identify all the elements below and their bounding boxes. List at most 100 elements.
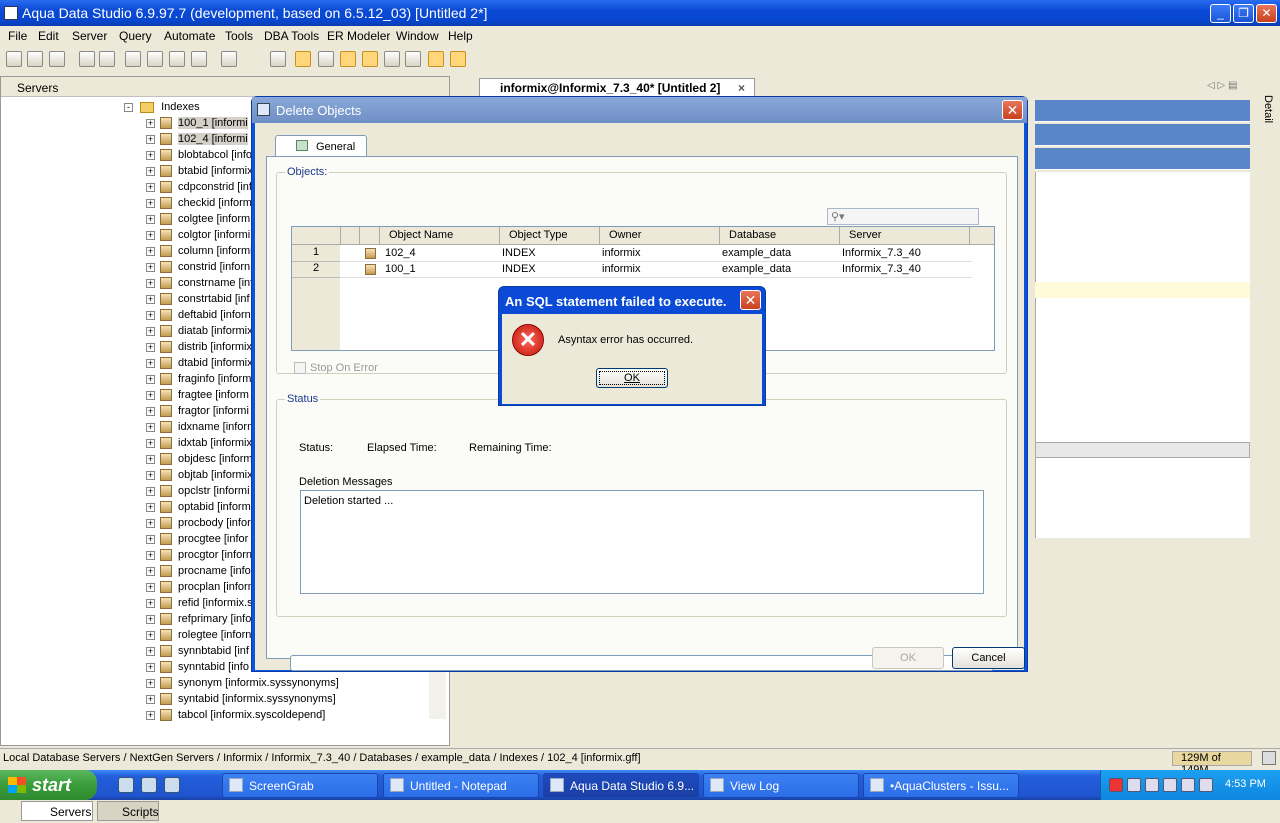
expand-icon[interactable]: +	[146, 374, 155, 384]
menu-help[interactable]: Help	[448, 29, 473, 43]
layout-window-icon[interactable]	[384, 51, 400, 67]
tree-item[interactable]: + synnbtabid [inf	[146, 645, 254, 661]
start-button[interactable]: start	[0, 770, 97, 800]
detail-side-tab[interactable]: Detail	[1258, 95, 1278, 155]
expand-icon[interactable]: +	[146, 502, 155, 512]
layout-vertical-icon[interactable]	[450, 51, 466, 67]
expand-icon[interactable]: +	[146, 150, 155, 160]
tree-item[interactable]: + distrib [informix	[146, 341, 254, 357]
expand-icon[interactable]: +	[146, 470, 155, 480]
tree-item[interactable]: + objtab [informix	[146, 469, 254, 485]
col-server[interactable]: Server	[849, 229, 881, 241]
editor-tab[interactable]: informix@Informix_7.3_40* [Untitled 2] ×	[479, 78, 755, 96]
table-row[interactable]: 2 100_1 INDEX informix example_data Info…	[292, 262, 972, 278]
tree-item[interactable]: + procgtor [inforn	[146, 549, 254, 565]
tree-item[interactable]: + colgtee [inform	[146, 213, 254, 229]
layout-grid-icon[interactable]	[295, 51, 311, 67]
expand-icon[interactable]: +	[146, 326, 155, 336]
expand-icon[interactable]: +	[146, 550, 155, 560]
update-icon[interactable]	[1199, 778, 1213, 792]
expand-icon[interactable]: +	[146, 182, 155, 192]
menu-dba-tools[interactable]: DBA Tools	[264, 29, 319, 43]
layout-tile-icon[interactable]	[362, 51, 378, 67]
expand-icon[interactable]: +	[146, 646, 155, 656]
task-screengrab[interactable]: ScreenGrab	[222, 773, 378, 798]
tree-item[interactable]: + column [informi	[146, 245, 254, 261]
tree-item[interactable]: + blobtabcol [info	[146, 149, 254, 165]
expand-icon[interactable]: +	[146, 454, 155, 464]
menu-file[interactable]: File	[8, 29, 27, 43]
tree-item[interactable]: + constrtabid [inf	[146, 293, 254, 309]
tree-item[interactable]: + refprimary [info	[146, 613, 254, 629]
task-view-log[interactable]: View Log	[703, 773, 859, 798]
tree-item[interactable]: + rolegtee [inforn	[146, 629, 254, 645]
tree-item[interactable]: + deftabid [inforn	[146, 309, 254, 325]
layout-horizontal-icon[interactable]	[428, 51, 444, 67]
task-aquaclusters[interactable]: •AquaClusters - Issu...	[863, 773, 1019, 798]
filter-input[interactable]: ⚲▾	[827, 208, 979, 225]
ie-icon[interactable]	[141, 777, 157, 793]
tree-item[interactable]: + procname [info	[146, 565, 254, 581]
layout-cascade-icon[interactable]	[340, 51, 356, 67]
security-icon[interactable]	[1109, 778, 1123, 792]
expand-icon[interactable]: +	[146, 518, 155, 528]
minimize-button[interactable]: _	[1210, 4, 1231, 23]
tree-item[interactable]: + dtabid [informix	[146, 357, 254, 373]
maximize-button[interactable]: ❐	[1233, 4, 1254, 23]
expand-icon[interactable]: +	[146, 710, 155, 720]
tree-item[interactable]: + constrname [inf	[146, 277, 254, 293]
tree-item[interactable]: + cdpconstrid [inf	[146, 181, 254, 197]
menu-query[interactable]: Query	[119, 29, 152, 43]
expand-icon[interactable]: +	[146, 118, 155, 128]
tree-item[interactable]: + procplan [inforn	[146, 581, 254, 597]
menu-tools[interactable]: Tools	[225, 29, 253, 43]
tree-item[interactable]: + synonym [informix.syssynonyms]	[146, 677, 406, 693]
tree-item[interactable]: + fragtee [inform	[146, 389, 254, 405]
tree-item[interactable]: + tabcol [informix.syscoldepend]	[146, 709, 406, 725]
expand-icon[interactable]: +	[146, 694, 155, 704]
expand-icon[interactable]: +	[146, 166, 155, 176]
refresh-icon[interactable]	[221, 51, 237, 67]
menu-automate[interactable]: Automate	[164, 29, 215, 43]
register-server-icon[interactable]	[27, 51, 43, 67]
tab-servers[interactable]: Servers	[21, 801, 93, 821]
tree-item[interactable]: + fragtor [informi	[146, 405, 254, 421]
expand-icon[interactable]: +	[146, 422, 155, 432]
col-object-type[interactable]: Object Type	[509, 229, 568, 241]
expand-icon[interactable]: +	[146, 310, 155, 320]
tab-general[interactable]: General	[275, 135, 367, 157]
menu-edit[interactable]: Edit	[38, 29, 59, 43]
schema-browser-icon[interactable]	[169, 51, 185, 67]
expand-icon[interactable]: +	[146, 438, 155, 448]
tree-folder-indexes[interactable]: - Indexes	[124, 101, 200, 113]
expand-icon[interactable]: +	[146, 358, 155, 368]
error-ok-button[interactable]: OK	[596, 368, 668, 388]
close-tab-icon[interactable]: ×	[738, 81, 745, 95]
expand-icon[interactable]: +	[146, 230, 155, 240]
tree-item[interactable]: + diatab [informix	[146, 325, 254, 341]
tree-item[interactable]: + opclstr [informi	[146, 485, 254, 501]
expand-icon[interactable]: +	[146, 630, 155, 640]
tree-item[interactable]: + btabid [informix	[146, 165, 254, 181]
table-row[interactable]: 1 102_4 INDEX informix example_data Info…	[292, 246, 972, 262]
cancel-button[interactable]: Cancel	[952, 647, 1025, 669]
expand-icon[interactable]: +	[146, 678, 155, 688]
expand-icon[interactable]: +	[146, 486, 155, 496]
horizontal-scrollbar[interactable]	[1035, 442, 1250, 458]
tab-nav-icons[interactable]: ◁ ▷ ▤	[1207, 80, 1237, 91]
expand-icon[interactable]: +	[146, 278, 155, 288]
tree-item[interactable]: + idxname [inform	[146, 421, 254, 437]
expand-icon[interactable]: +	[146, 582, 155, 592]
table-data-editor-icon[interactable]	[191, 51, 207, 67]
tree-item[interactable]: +102_4 [informi	[146, 133, 254, 149]
expand-icon[interactable]: +	[146, 134, 155, 144]
expand-icon[interactable]: +	[146, 198, 155, 208]
tree-item[interactable]: + syntabid [informix.syssynonyms]	[146, 693, 406, 709]
expand-icon[interactable]: +	[146, 598, 155, 608]
tree-item[interactable]: + objdesc [inform	[146, 453, 254, 469]
dialog-close-button[interactable]: ✕	[1002, 100, 1023, 120]
volume-icon[interactable]	[1163, 778, 1177, 792]
expand-icon[interactable]: +	[146, 246, 155, 256]
error-close-button[interactable]: ✕	[740, 290, 761, 310]
expand-icon[interactable]: +	[146, 262, 155, 272]
